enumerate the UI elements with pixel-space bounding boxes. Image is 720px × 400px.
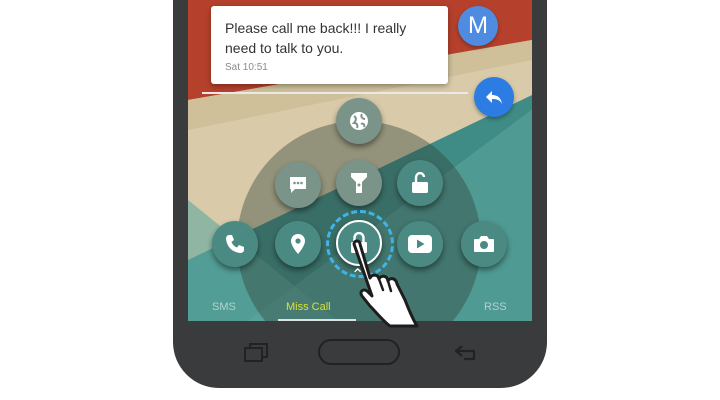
message-button[interactable] <box>275 162 321 208</box>
unlock-icon <box>412 172 428 193</box>
tab-miss-call[interactable]: Miss Call <box>286 301 331 313</box>
notification-time: Sat 10:51 <box>225 62 268 73</box>
reply-button[interactable] <box>474 77 514 117</box>
message-icon <box>290 177 306 193</box>
reply-divider <box>202 92 468 94</box>
globe-button[interactable] <box>336 98 382 144</box>
reply-icon <box>486 91 502 104</box>
unlock-button[interactable] <box>397 160 443 206</box>
camera-button[interactable] <box>461 221 507 267</box>
avatar: M <box>458 6 498 46</box>
flashlight-icon <box>351 173 367 193</box>
phone-icon <box>226 235 244 253</box>
camera-icon <box>474 236 494 252</box>
tab-sms[interactable]: SMS <box>212 301 236 313</box>
back-icon[interactable] <box>454 344 478 362</box>
notification-message: Please call me back!!! I really need to … <box>225 20 407 56</box>
location-pin-icon <box>291 234 305 254</box>
recent-apps-icon[interactable] <box>244 343 268 363</box>
hand-pointer-icon <box>352 239 419 328</box>
globe-icon <box>350 112 368 130</box>
home-button[interactable] <box>318 339 400 365</box>
notification-card[interactable]: Please call me back!!! I really need to … <box>211 6 448 84</box>
location-button[interactable] <box>275 221 321 267</box>
phone-button[interactable] <box>212 221 258 267</box>
flashlight-button[interactable] <box>336 160 382 206</box>
tab-rss[interactable]: RSS <box>484 301 507 313</box>
